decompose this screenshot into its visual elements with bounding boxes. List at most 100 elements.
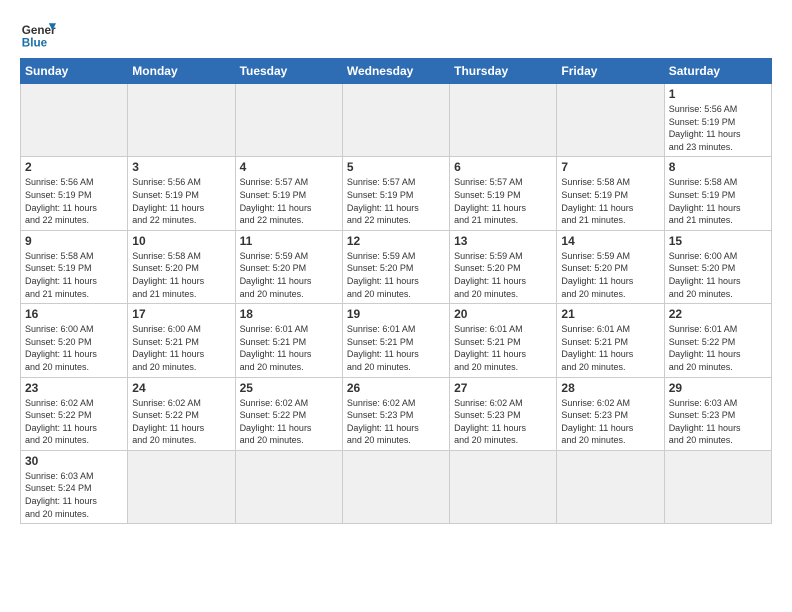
day-info: Sunrise: 6:02 AM Sunset: 5:23 PM Dayligh…: [454, 397, 552, 447]
calendar-cell: 18 Sunrise: 6:01 AM Sunset: 5:21 PM Dayli…: [235, 304, 342, 377]
calendar-cell: 12Sunrise: 5:59 AM Sunset: 5:20 PM Dayli…: [342, 230, 449, 303]
day-info: Sunrise: 5:58 AM Sunset: 5:19 PM Dayligh…: [561, 176, 659, 226]
svg-text:Blue: Blue: [22, 37, 48, 50]
day-info: Sunrise: 6:01 AM Sunset: 5:21 PM Dayligh…: [454, 323, 552, 373]
day-number: 13: [454, 234, 552, 248]
week-row-0: 1 Sunrise: 5:56 AM Sunset: 5:19 PM Daylig…: [21, 84, 772, 157]
day-number: 6: [454, 160, 552, 174]
calendar-cell: 25Sunrise: 6:02 AM Sunset: 5:22 PM Dayli…: [235, 377, 342, 450]
day-info: Sunrise: 5:58 AM Sunset: 5:19 PM Dayligh…: [25, 250, 123, 300]
day-info: Sunrise: 5:58 AM Sunset: 5:20 PM Dayligh…: [132, 250, 230, 300]
calendar-cell: 21Sunrise: 6:01 AM Sunset: 5:21 PM Dayli…: [557, 304, 664, 377]
day-info: Sunrise: 6:00 AM Sunset: 5:20 PM Dayligh…: [25, 323, 123, 373]
calendar-cell: 8 Sunrise: 5:58 AM Sunset: 5:19 PM Daylig…: [664, 157, 771, 230]
calendar-cell: 4 Sunrise: 5:57 AM Sunset: 5:19 PM Daylig…: [235, 157, 342, 230]
calendar-cell: [664, 450, 771, 523]
day-number: 15: [669, 234, 767, 248]
calendar-cell: 3 Sunrise: 5:56 AM Sunset: 5:19 PM Daylig…: [128, 157, 235, 230]
logo: General Blue: [20, 16, 56, 52]
day-number: 28: [561, 381, 659, 395]
calendar-cell: [128, 450, 235, 523]
day-info: Sunrise: 6:01 AM Sunset: 5:22 PM Dayligh…: [669, 323, 767, 373]
day-number: 3: [132, 160, 230, 174]
day-info: Sunrise: 6:02 AM Sunset: 5:23 PM Dayligh…: [561, 397, 659, 447]
calendar-cell: 20 Sunrise: 6:01 AM Sunset: 5:21 PM Dayli…: [450, 304, 557, 377]
day-info: Sunrise: 5:57 AM Sunset: 5:19 PM Dayligh…: [347, 176, 445, 226]
day-number: 16: [25, 307, 123, 321]
day-info: Sunrise: 5:57 AM Sunset: 5:19 PM Dayligh…: [454, 176, 552, 226]
day-number: 19: [347, 307, 445, 321]
week-row-5: 30 Sunrise: 6:03 AM Sunset: 5:24 PM Dayli…: [21, 450, 772, 523]
day-number: 11: [240, 234, 338, 248]
calendar-table: SundayMondayTuesdayWednesdayThursdayFrid…: [20, 58, 772, 524]
day-info: Sunrise: 5:56 AM Sunset: 5:19 PM Dayligh…: [132, 176, 230, 226]
day-number: 10: [132, 234, 230, 248]
calendar-cell: 19 Sunrise: 6:01 AM Sunset: 5:21 PM Dayli…: [342, 304, 449, 377]
day-number: 27: [454, 381, 552, 395]
day-header-monday: Monday: [128, 59, 235, 84]
day-number: 26: [347, 381, 445, 395]
day-number: 1: [669, 87, 767, 101]
day-info: Sunrise: 5:57 AM Sunset: 5:19 PM Dayligh…: [240, 176, 338, 226]
day-number: 25: [240, 381, 338, 395]
day-info: Sunrise: 6:01 AM Sunset: 5:21 PM Dayligh…: [561, 323, 659, 373]
day-number: 23: [25, 381, 123, 395]
day-number: 30: [25, 454, 123, 468]
calendar-cell: 5 Sunrise: 5:57 AM Sunset: 5:19 PM Daylig…: [342, 157, 449, 230]
day-info: Sunrise: 6:03 AM Sunset: 5:23 PM Dayligh…: [669, 397, 767, 447]
day-header-saturday: Saturday: [664, 59, 771, 84]
day-info: Sunrise: 6:00 AM Sunset: 5:21 PM Dayligh…: [132, 323, 230, 373]
day-number: 2: [25, 160, 123, 174]
day-number: 5: [347, 160, 445, 174]
page-container: General Blue SundayMondayTuesdayWednesda…: [0, 0, 792, 534]
day-header-wednesday: Wednesday: [342, 59, 449, 84]
day-number: 12: [347, 234, 445, 248]
week-row-1: 2 Sunrise: 5:56 AM Sunset: 5:19 PM Daylig…: [21, 157, 772, 230]
header-row: SundayMondayTuesdayWednesdayThursdayFrid…: [21, 59, 772, 84]
calendar-cell: 27 Sunrise: 6:02 AM Sunset: 5:23 PM Dayli…: [450, 377, 557, 450]
day-info: Sunrise: 5:58 AM Sunset: 5:19 PM Dayligh…: [669, 176, 767, 226]
calendar-cell: [450, 84, 557, 157]
calendar-cell: 30 Sunrise: 6:03 AM Sunset: 5:24 PM Dayli…: [21, 450, 128, 523]
day-number: 17: [132, 307, 230, 321]
day-header-sunday: Sunday: [21, 59, 128, 84]
calendar-cell: 11 Sunrise: 5:59 AM Sunset: 5:20 PM Dayli…: [235, 230, 342, 303]
calendar-cell: [235, 450, 342, 523]
calendar-cell: 7 Sunrise: 5:58 AM Sunset: 5:19 PM Daylig…: [557, 157, 664, 230]
day-info: Sunrise: 6:02 AM Sunset: 5:23 PM Dayligh…: [347, 397, 445, 447]
day-number: 8: [669, 160, 767, 174]
calendar-cell: 6 Sunrise: 5:57 AM Sunset: 5:19 PM Daylig…: [450, 157, 557, 230]
calendar-cell: [557, 84, 664, 157]
day-info: Sunrise: 5:59 AM Sunset: 5:20 PM Dayligh…: [454, 250, 552, 300]
day-info: Sunrise: 6:01 AM Sunset: 5:21 PM Dayligh…: [347, 323, 445, 373]
calendar-cell: 2Sunrise: 5:56 AM Sunset: 5:19 PM Daylig…: [21, 157, 128, 230]
day-header-friday: Friday: [557, 59, 664, 84]
week-row-3: 16 Sunrise: 6:00 AM Sunset: 5:20 PM Dayli…: [21, 304, 772, 377]
calendar-cell: 28 Sunrise: 6:02 AM Sunset: 5:23 PM Dayli…: [557, 377, 664, 450]
calendar-cell: 23Sunrise: 6:02 AM Sunset: 5:22 PM Dayli…: [21, 377, 128, 450]
calendar-cell: [128, 84, 235, 157]
day-number: 4: [240, 160, 338, 174]
day-number: 7: [561, 160, 659, 174]
calendar-cell: 10 Sunrise: 5:58 AM Sunset: 5:20 PM Dayli…: [128, 230, 235, 303]
day-header-thursday: Thursday: [450, 59, 557, 84]
calendar-cell: [342, 84, 449, 157]
day-info: Sunrise: 5:56 AM Sunset: 5:19 PM Dayligh…: [669, 103, 767, 153]
day-info: Sunrise: 6:00 AM Sunset: 5:20 PM Dayligh…: [669, 250, 767, 300]
day-number: 18: [240, 307, 338, 321]
calendar-cell: 13 Sunrise: 5:59 AM Sunset: 5:20 PM Dayli…: [450, 230, 557, 303]
day-number: 14: [561, 234, 659, 248]
calendar-cell: [557, 450, 664, 523]
calendar-cell: 9 Sunrise: 5:58 AM Sunset: 5:19 PM Daylig…: [21, 230, 128, 303]
calendar-cell: 22Sunrise: 6:01 AM Sunset: 5:22 PM Dayli…: [664, 304, 771, 377]
day-number: 20: [454, 307, 552, 321]
calendar-cell: 1 Sunrise: 5:56 AM Sunset: 5:19 PM Daylig…: [664, 84, 771, 157]
day-info: Sunrise: 6:02 AM Sunset: 5:22 PM Dayligh…: [132, 397, 230, 447]
day-header-tuesday: Tuesday: [235, 59, 342, 84]
day-number: 24: [132, 381, 230, 395]
day-info: Sunrise: 6:03 AM Sunset: 5:24 PM Dayligh…: [25, 470, 123, 520]
day-info: Sunrise: 6:01 AM Sunset: 5:21 PM Dayligh…: [240, 323, 338, 373]
day-info: Sunrise: 5:59 AM Sunset: 5:20 PM Dayligh…: [240, 250, 338, 300]
calendar-cell: [235, 84, 342, 157]
day-number: 9: [25, 234, 123, 248]
